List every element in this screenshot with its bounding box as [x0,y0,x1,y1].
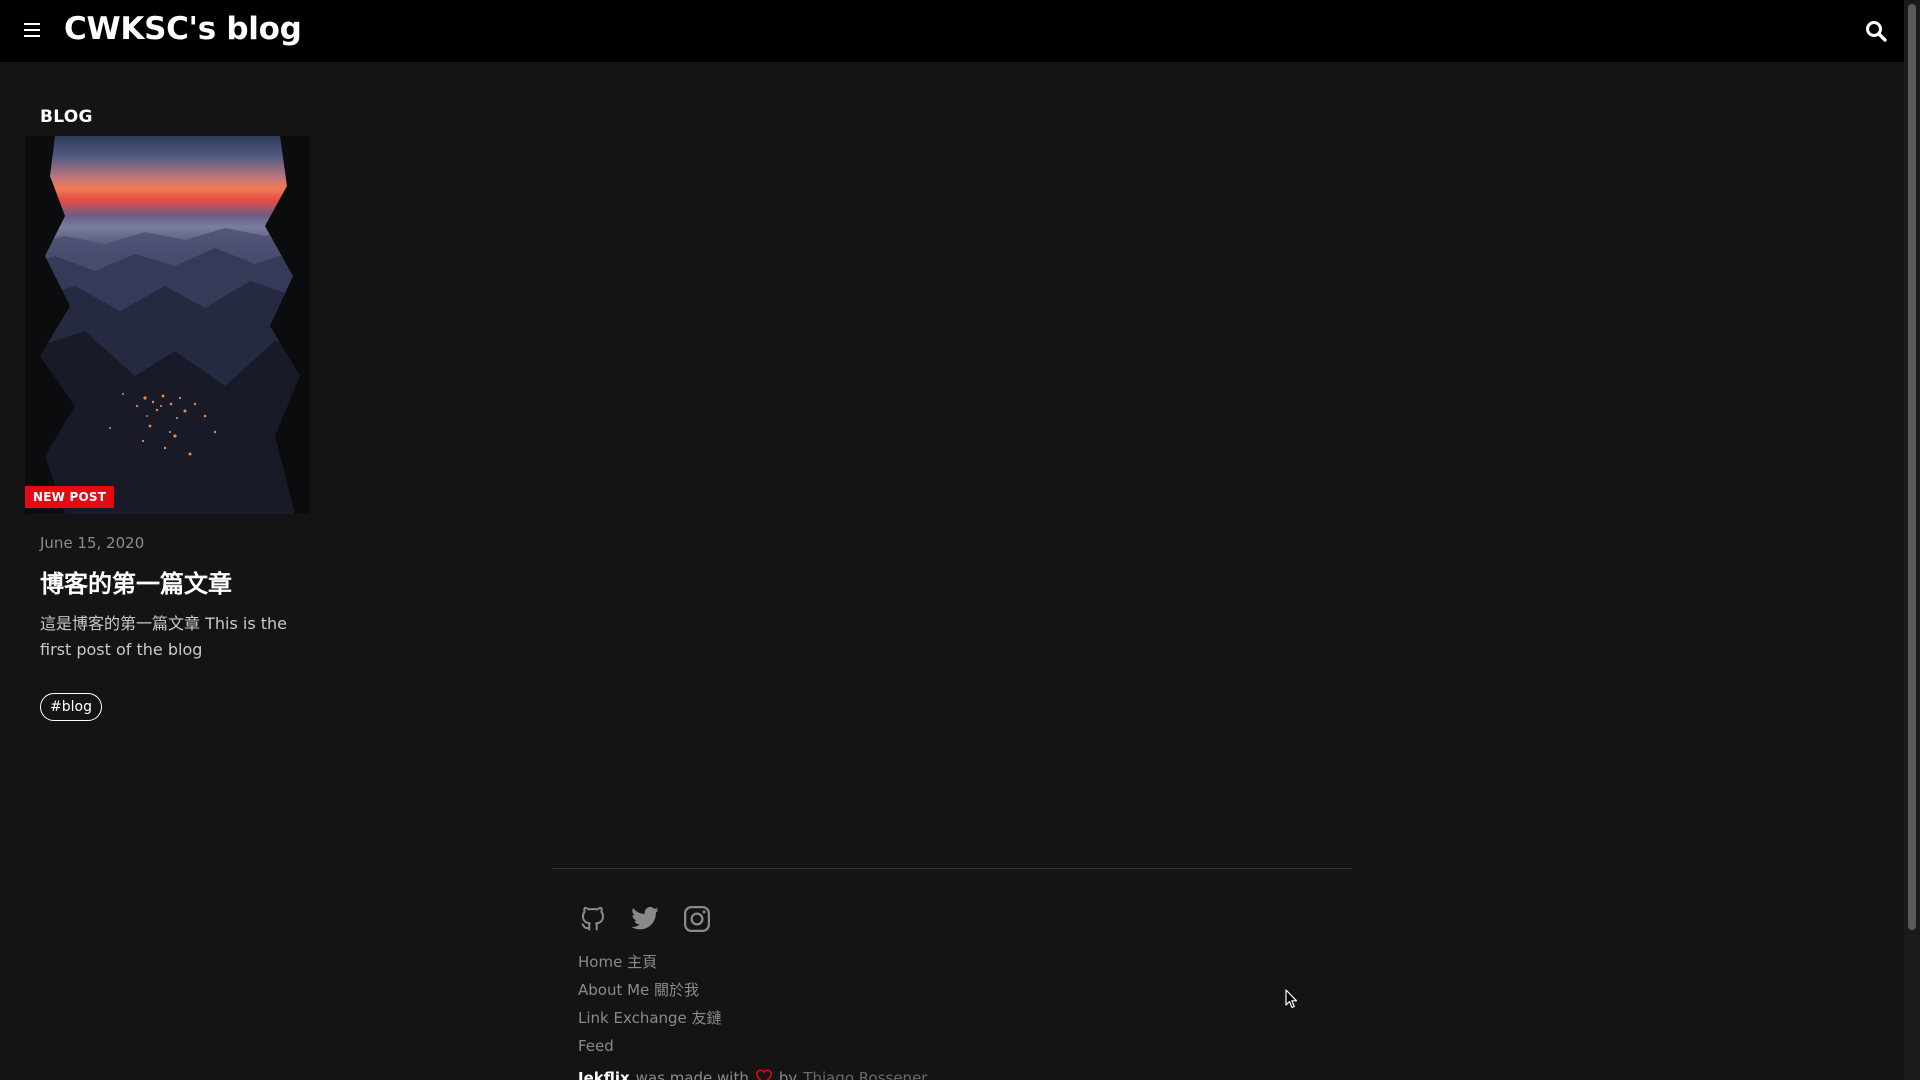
scrollbar-thumb[interactable] [1908,4,1916,930]
post-card[interactable]: NEW POST June 15, 2020 博客的第一篇文章 這是博客的第一篇… [25,136,310,721]
footer-links: Home 主頁 About Me 關於我 Link Exchange 友鏈 Fe… [578,948,722,1060]
mouse-cursor-icon [1285,989,1299,1009]
github-icon[interactable] [578,904,608,934]
post-thumbnail[interactable]: NEW POST [25,136,310,514]
site-header: CWKSC's blog [0,0,1904,62]
post-excerpt: 這是博客的第一篇文章 This is the first post of the… [40,614,287,659]
credits-brand[interactable]: Jekflix [578,1069,630,1080]
instagram-icon[interactable] [682,904,712,934]
section-title: BLOG [40,107,93,127]
social-links [578,904,712,934]
credits: Jekflix was made with by Thiago Rossener [578,1068,927,1080]
footer-divider [552,868,1352,869]
heart-icon [755,1068,773,1080]
footer-link-exchange[interactable]: Link Exchange 友鏈 [578,1004,722,1032]
post-title[interactable]: 博客的第一篇文章 [40,564,295,599]
menu-line [24,23,40,25]
footer-link-about[interactable]: About Me 關於我 [578,976,722,1004]
scrollbar[interactable] [1904,0,1920,1080]
credits-author[interactable]: Thiago Rossener [803,1069,927,1080]
post-date: June 15, 2020 [40,534,145,552]
menu-icon[interactable] [24,19,46,41]
page: CWKSC's blog BLOG NEW POST June 15, 2020… [0,0,1920,1080]
twitter-icon[interactable] [630,904,660,934]
search-icon[interactable] [1864,19,1888,43]
footer-link-home[interactable]: Home 主頁 [578,948,722,976]
footer-link-feed[interactable]: Feed [578,1032,722,1060]
tag-blog[interactable]: #blog [40,693,102,721]
menu-line [24,29,40,31]
menu-line [24,35,40,37]
new-post-badge: NEW POST [25,486,115,508]
credits-made-with: was made with [635,1069,749,1080]
credits-by: by [778,1069,798,1080]
site-title[interactable]: CWKSC's blog [64,11,302,47]
post-body: June 15, 2020 博客的第一篇文章 這是博客的第一篇文章 This i… [25,534,310,721]
